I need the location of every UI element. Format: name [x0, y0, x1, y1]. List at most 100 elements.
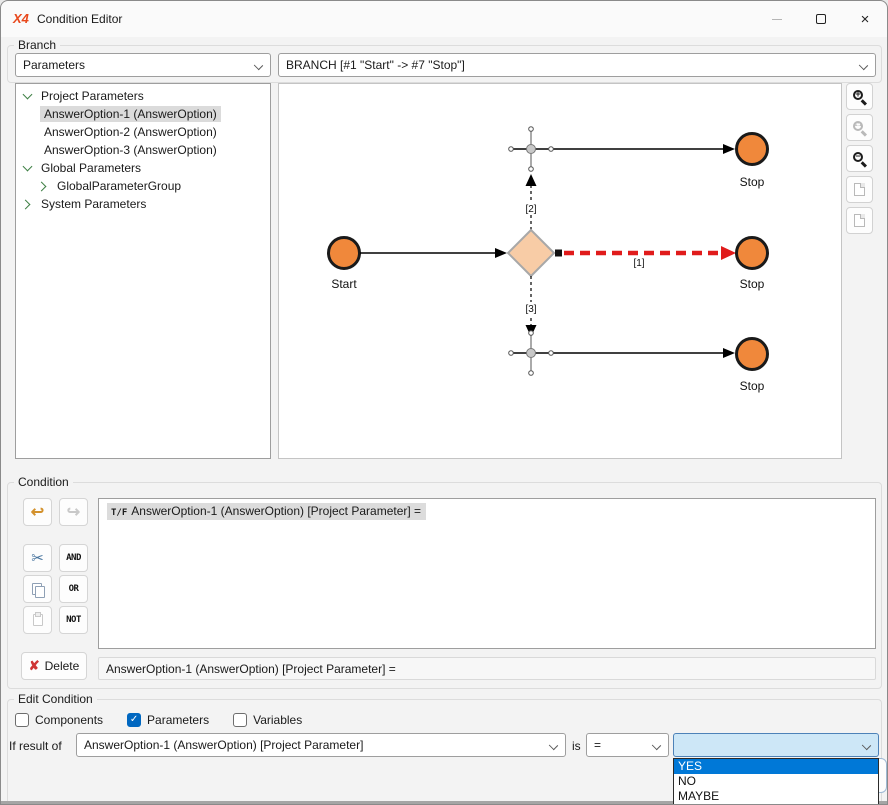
stop-node-top[interactable]	[737, 134, 768, 165]
undo-icon: ↩	[31, 502, 44, 522]
stop-node-bottom[interactable]	[737, 339, 768, 370]
checkbox-unchecked-icon	[233, 713, 247, 727]
checkbox-parameters[interactable]: ✓ Parameters	[127, 713, 209, 727]
checkbox-label: Components	[35, 713, 103, 727]
checkbox-checked-icon: ✓	[127, 713, 141, 727]
branch-group-label: Branch	[14, 38, 60, 52]
delete-label: Delete	[45, 659, 80, 673]
condition-expression: AnswerOption-1 (AnswerOption) [Project P…	[131, 504, 421, 518]
result-parameter-select[interactable]: AnswerOption-1 (AnswerOption) [Project P…	[76, 733, 566, 757]
edit-condition-group-label: Edit Condition	[14, 692, 97, 706]
tree-item-answeroption-2[interactable]: AnswerOption-2 (AnswerOption)	[16, 123, 270, 141]
arrowhead	[495, 248, 507, 258]
dropdown-option-maybe[interactable]: MAYBE	[674, 789, 878, 804]
zoom-in-button[interactable]: +	[846, 83, 873, 110]
condition-list[interactable]: T/F AnswerOption-1 (AnswerOption) [Projec…	[98, 498, 876, 649]
tree-item-label: System Parameters	[37, 196, 150, 212]
scissors-icon: ✂	[31, 549, 44, 567]
delete-button[interactable]: ✘ Delete	[21, 652, 87, 680]
start-node[interactable]	[329, 238, 360, 269]
chevron-down-icon[interactable]	[23, 162, 33, 172]
chevron-down-icon	[862, 741, 871, 750]
tree-item-answeroption-1[interactable]: AnswerOption-1 (AnswerOption)	[16, 105, 270, 123]
arrowhead	[526, 174, 537, 186]
chevron-down-icon	[549, 741, 558, 750]
tree-item-answeroption-3[interactable]: AnswerOption-3 (AnswerOption)	[16, 141, 270, 159]
start-label: Start	[331, 277, 357, 291]
junction-center	[527, 349, 536, 358]
window-title: Condition Editor	[37, 12, 122, 26]
junction-dot	[529, 371, 534, 376]
value-dropdown-popup: YES NO MAYBE	[673, 758, 879, 805]
close-icon: ×	[861, 12, 870, 27]
and-label: AND	[66, 553, 81, 563]
checkbox-variables[interactable]: Variables	[233, 713, 302, 727]
chevron-down-icon[interactable]	[23, 90, 33, 100]
not-button[interactable]: NOT	[59, 606, 88, 634]
junction-dot	[549, 147, 554, 152]
title-bar: X4 Condition Editor ×	[1, 1, 887, 37]
close-button[interactable]: ×	[843, 1, 887, 37]
or-button[interactable]: OR	[59, 575, 88, 603]
operator-value: =	[594, 738, 601, 752]
junction-dot	[509, 351, 514, 356]
chevron-right-icon[interactable]	[21, 199, 31, 209]
arrowhead	[723, 348, 735, 358]
operator-select[interactable]: =	[586, 733, 669, 757]
stop-label-top: Stop	[740, 175, 765, 189]
dropdown-option-no[interactable]: NO	[674, 774, 878, 789]
checkbox-label: Parameters	[147, 713, 209, 727]
junction-dot	[549, 351, 554, 356]
copy-button[interactable]	[23, 575, 52, 603]
paste-button	[23, 606, 52, 634]
chevron-down-icon	[254, 61, 263, 70]
value-select[interactable]	[673, 733, 879, 757]
if-result-of-label: If result of	[9, 739, 62, 753]
maximize-button[interactable]	[799, 1, 843, 37]
redo-button: ↪	[59, 498, 88, 526]
and-button[interactable]: AND	[59, 544, 88, 572]
not-label: NOT	[66, 615, 81, 625]
branch-select[interactable]: BRANCH [#1 "Start" -> #7 "Stop"]	[278, 53, 876, 77]
or-label: OR	[69, 584, 79, 594]
parameter-type-select[interactable]: Parameters	[15, 53, 271, 77]
stop-node-middle[interactable]	[737, 238, 768, 269]
tree-item-label: Project Parameters	[37, 88, 148, 104]
zoom-out-icon: −	[853, 152, 866, 165]
zoom-out-button[interactable]: −	[846, 145, 873, 172]
condition-list-item[interactable]: T/F AnswerOption-1 (AnswerOption) [Projec…	[107, 503, 426, 520]
edge-anchor-square	[555, 250, 562, 257]
arrowhead	[721, 246, 736, 260]
decision-node[interactable]	[508, 230, 554, 276]
chevron-down-icon	[652, 741, 661, 750]
stop-label-bottom: Stop	[740, 379, 765, 393]
x4-logo-icon: X4	[13, 11, 29, 26]
condition-summary-field: AnswerOption-1 (AnswerOption) [Project P…	[98, 657, 876, 680]
condition-type-checkboxes: Components ✓ Parameters Variables	[15, 711, 302, 728]
zoom-in-icon: +	[853, 90, 866, 103]
junction-dot	[529, 167, 534, 172]
junction-dot	[529, 331, 534, 336]
zoom-reset-button: 1:1	[846, 114, 873, 141]
paste-icon	[33, 614, 43, 626]
chevron-down-icon	[859, 61, 868, 70]
flow-diagram-canvas[interactable]: [2] Start [1] [3]	[278, 83, 842, 459]
tree-item-label: Global Parameters	[37, 160, 145, 176]
chevron-right-icon[interactable]	[37, 181, 47, 191]
condition-summary-text: AnswerOption-1 (AnswerOption) [Project P…	[106, 662, 396, 676]
truefalse-badge: T/F	[111, 508, 127, 518]
fit-width-button	[846, 207, 873, 234]
checkbox-components[interactable]: Components	[15, 713, 103, 727]
dropdown-option-yes[interactable]: YES	[674, 759, 878, 774]
junction-center	[527, 145, 536, 154]
undo-button[interactable]: ↩	[23, 498, 52, 526]
edge-label-3: [3]	[525, 304, 536, 315]
tree-item-globalparametergroup[interactable]: GlobalParameterGroup	[16, 177, 270, 195]
stop-label-middle: Stop	[740, 277, 765, 291]
tree-item-project-parameters[interactable]: Project Parameters	[16, 87, 270, 105]
tree-item-system-parameters[interactable]: System Parameters	[16, 195, 270, 213]
junction-dot	[509, 147, 514, 152]
arrowhead	[723, 144, 735, 154]
tree-item-global-parameters[interactable]: Global Parameters	[16, 159, 270, 177]
cut-button[interactable]: ✂	[23, 544, 52, 572]
